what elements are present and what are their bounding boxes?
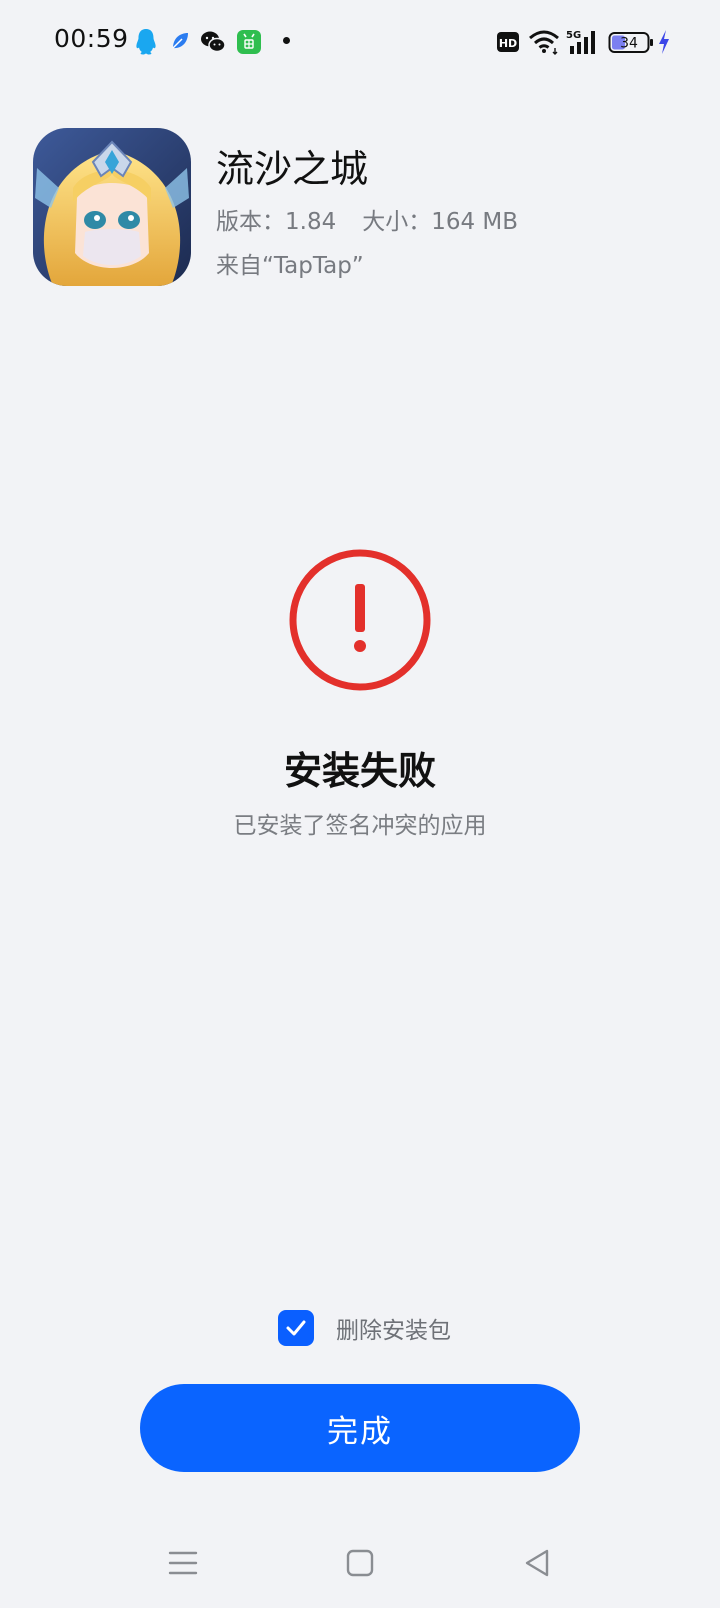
app-icon-artwork [33,128,191,286]
wifi-icon [529,30,559,55]
battery-icon: 34 [608,32,653,53]
menu-icon[interactable] [166,1546,200,1580]
error-icon [289,549,431,691]
app-source: 来自“TapTap” [216,253,364,279]
app-size: 大小：164 MB [362,209,519,235]
home-icon[interactable] [343,1546,377,1580]
more-notifications-dot [283,37,290,44]
back-icon[interactable] [520,1546,554,1580]
app-name: 流沙之城 [216,147,369,191]
app-meta: 版本：1.84 大小：164 MB [216,202,518,236]
battery-level: 34 [620,36,638,52]
app-icon [33,128,191,286]
signal-5g-icon: 5G [566,30,595,54]
charging-icon [659,30,669,54]
delete-package-option[interactable]: 删除安装包 [278,1310,451,1346]
qq-icon [136,29,156,55]
hd-icon: HD [497,32,519,52]
delete-package-label: 删除安装包 [336,1318,451,1344]
feather-app-icon [172,33,188,49]
delete-package-checkbox[interactable] [278,1310,314,1346]
app-version: 版本：1.84 [216,209,337,235]
hd-label: HD [499,37,517,50]
network-label: 5G [566,30,581,41]
result-title: 安装失败 [283,749,436,793]
android-app-icon [237,30,261,54]
done-button[interactable]: 完成 [140,1384,580,1472]
result-reason: 已安装了签名冲突的应用 [233,813,487,839]
status-bar: 00:59 HD 5G 34 [0,0,720,84]
checkmark-icon [286,1320,306,1336]
status-time: 00:59 [54,24,129,53]
wechat-icon [201,31,226,53]
